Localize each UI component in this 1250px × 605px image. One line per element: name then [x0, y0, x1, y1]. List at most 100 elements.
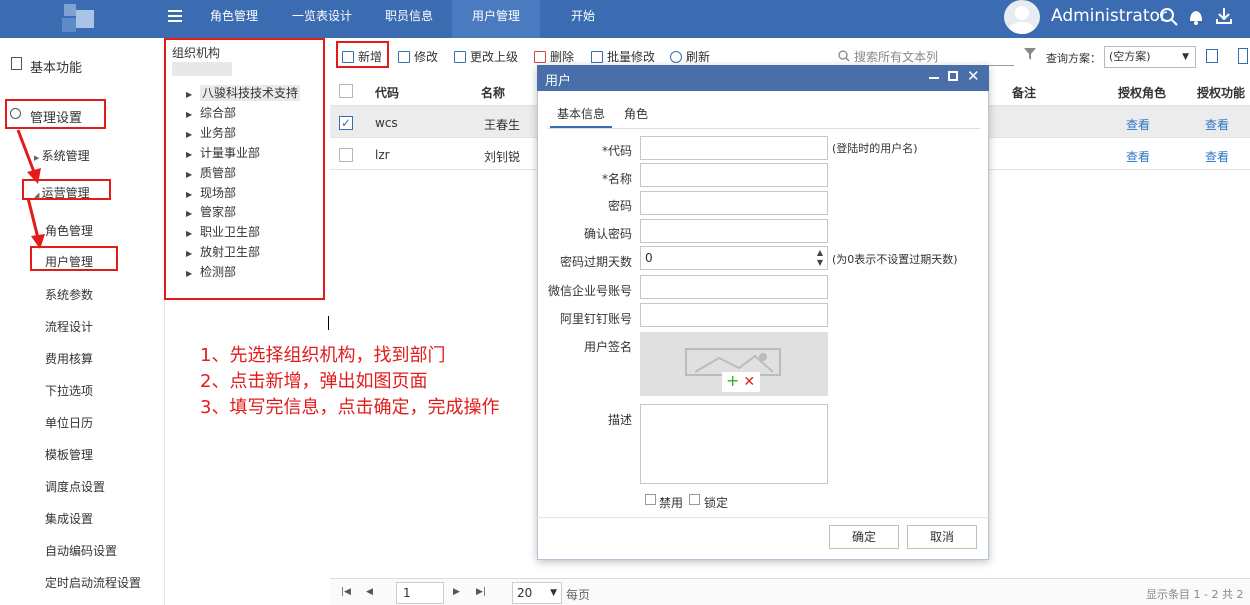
per-page-label: 每页	[566, 588, 591, 602]
page-input[interactable]: 1	[396, 582, 444, 604]
confirm-input[interactable]	[640, 219, 828, 243]
sidebar-item-template[interactable]: 模板管理	[45, 446, 93, 463]
next-page-button[interactable]: ▶	[453, 587, 460, 597]
org-item[interactable]: ▶ 现场部	[186, 184, 236, 201]
sidebar-item-calendar[interactable]: 单位日历	[45, 414, 93, 431]
row-checkbox[interactable]: ✓	[339, 116, 353, 130]
view-role-link[interactable]: 查看	[1126, 116, 1150, 133]
org-item[interactable]: ▶ 管家部	[186, 203, 236, 220]
settings-icon[interactable]	[1238, 48, 1248, 64]
search-input[interactable]: 搜索所有文本列	[854, 48, 1014, 66]
tab-basic-info[interactable]: 基本信息	[550, 100, 612, 128]
sidebar-item-autocode[interactable]: 自动编码设置	[45, 542, 117, 559]
label-sign: 用户签名	[583, 340, 632, 354]
arrow-1	[16, 129, 41, 184]
cancel-button[interactable]: 取消	[907, 525, 977, 549]
stepper-arrows-icon[interactable]: ▲ ▼	[817, 248, 823, 268]
sidebar-item-cost[interactable]: 费用核算	[45, 350, 93, 367]
highlight-mgmt	[5, 99, 106, 129]
code-input[interactable]	[640, 136, 828, 160]
cell-name: 刘钊锐	[484, 150, 521, 164]
row-checkbox[interactable]	[339, 148, 353, 162]
disable-checkbox[interactable]	[645, 494, 656, 505]
signature-image[interactable]: + ✕	[640, 332, 828, 396]
org-item[interactable]: ▶ 质管部	[186, 164, 236, 181]
sidebar-item-integration[interactable]: 集成设置	[45, 510, 93, 527]
sidebar-basic[interactable]: 基本功能	[30, 57, 82, 76]
view-role-link[interactable]: 查看	[1126, 148, 1150, 165]
col-auth-role[interactable]: 授权角色	[1118, 84, 1166, 101]
edit-button[interactable]: 修改	[398, 48, 438, 65]
instruction-2: 2、点击新增，弹出如图页面	[200, 371, 428, 392]
sidebar-item-timer[interactable]: 定时启动流程设置	[45, 574, 141, 591]
page-size-select[interactable]: 20 ▼	[512, 582, 562, 604]
password-input[interactable]	[640, 191, 828, 215]
col-remark[interactable]: 备注	[1012, 84, 1036, 101]
prev-page-button[interactable]: ◀	[366, 587, 373, 597]
view-func-link[interactable]: 查看	[1205, 116, 1229, 133]
org-item[interactable]: ▶ 放射卫生部	[186, 243, 260, 260]
dialog-titlebar[interactable]: 用户 ✕	[537, 65, 989, 91]
delete-button[interactable]: 删除	[534, 48, 574, 65]
tab-staff-info[interactable]: 职员信息	[370, 0, 448, 38]
change-parent-button[interactable]: 更改上级	[454, 48, 518, 65]
trash-icon	[534, 50, 546, 63]
expire-stepper[interactable]: 0 ▲ ▼	[640, 246, 828, 270]
instruction-3: 3、填写完信息，点击确定，完成操作	[200, 397, 500, 418]
batch-edit-button[interactable]: 批量修改	[591, 48, 655, 65]
remove-signature-icon[interactable]: ✕	[743, 374, 755, 390]
org-root[interactable]	[172, 62, 232, 76]
sidebar-item-dropdown[interactable]: 下拉选项	[45, 382, 93, 399]
query-select[interactable]: (空方案) ▼	[1104, 46, 1196, 68]
tab-start[interactable]: 开始	[544, 0, 622, 38]
maximize-icon[interactable]	[948, 71, 958, 81]
last-page-button[interactable]: ▶|	[476, 587, 486, 597]
dingtalk-input[interactable]	[640, 303, 828, 327]
name-input[interactable]	[640, 163, 828, 187]
refresh-button[interactable]: 刷新	[670, 48, 710, 65]
sidebar-item-params[interactable]: 系统参数	[45, 286, 93, 303]
avatar[interactable]	[1004, 0, 1040, 34]
view-func-link[interactable]: 查看	[1205, 148, 1229, 165]
tab-list-design[interactable]: 一览表设计	[278, 0, 366, 38]
logo	[0, 0, 160, 38]
sidebar-item-flow[interactable]: 流程设计	[45, 318, 93, 335]
org-item[interactable]: ▶ 计量事业部	[186, 144, 260, 161]
tab-user-mgmt[interactable]: 用户管理	[452, 0, 540, 38]
label-dingtalk: 阿里钉钉账号	[559, 312, 632, 326]
wechat-input[interactable]	[640, 275, 828, 299]
query-label: 查询方案：	[1046, 52, 1101, 65]
close-icon[interactable]: ✕	[967, 67, 980, 85]
minimize-icon[interactable]	[929, 77, 939, 79]
org-title: 组织机构	[172, 46, 221, 60]
org-item[interactable]: ▶ 综合部	[186, 104, 236, 121]
desc-textarea[interactable]	[640, 404, 828, 484]
search-icon	[838, 50, 850, 62]
add-signature-button[interactable]: + ✕	[722, 372, 760, 392]
col-code[interactable]: 代码	[375, 84, 399, 101]
org-item[interactable]: ▶ 职业卫生部	[186, 223, 260, 240]
org-item[interactable]: ▶ 业务部	[186, 124, 236, 141]
tree-icon	[454, 50, 466, 63]
edit-icon	[398, 50, 410, 63]
col-name[interactable]: 名称	[481, 84, 505, 101]
lock-checkbox[interactable]	[689, 494, 700, 505]
org-item[interactable]: ▶ 八骏科技技术支持	[186, 84, 301, 101]
download-icon[interactable]	[1214, 6, 1234, 26]
filter-icon[interactable]	[1024, 48, 1036, 60]
col-auth-func[interactable]: 授权功能	[1197, 84, 1245, 101]
user-name[interactable]: Administrator	[1051, 6, 1167, 26]
ok-button[interactable]: 确定	[829, 525, 899, 549]
org-item[interactable]: ▶ 检测部	[186, 263, 236, 280]
tab-role[interactable]: 角色	[616, 100, 656, 128]
label-confirm: 确认密码	[583, 227, 632, 241]
search-icon[interactable]	[1159, 7, 1179, 27]
tab-role-mgmt[interactable]: 角色管理	[195, 0, 273, 38]
first-page-button[interactable]: |◀	[341, 587, 351, 597]
select-all-checkbox[interactable]	[339, 84, 353, 98]
sidebar-item-dispatch[interactable]: 调度点设置	[45, 478, 105, 495]
bell-icon[interactable]	[1187, 7, 1205, 27]
add-button[interactable]: 新增	[342, 48, 382, 65]
export-icon[interactable]	[1206, 49, 1218, 63]
menu-icon[interactable]	[168, 9, 182, 23]
